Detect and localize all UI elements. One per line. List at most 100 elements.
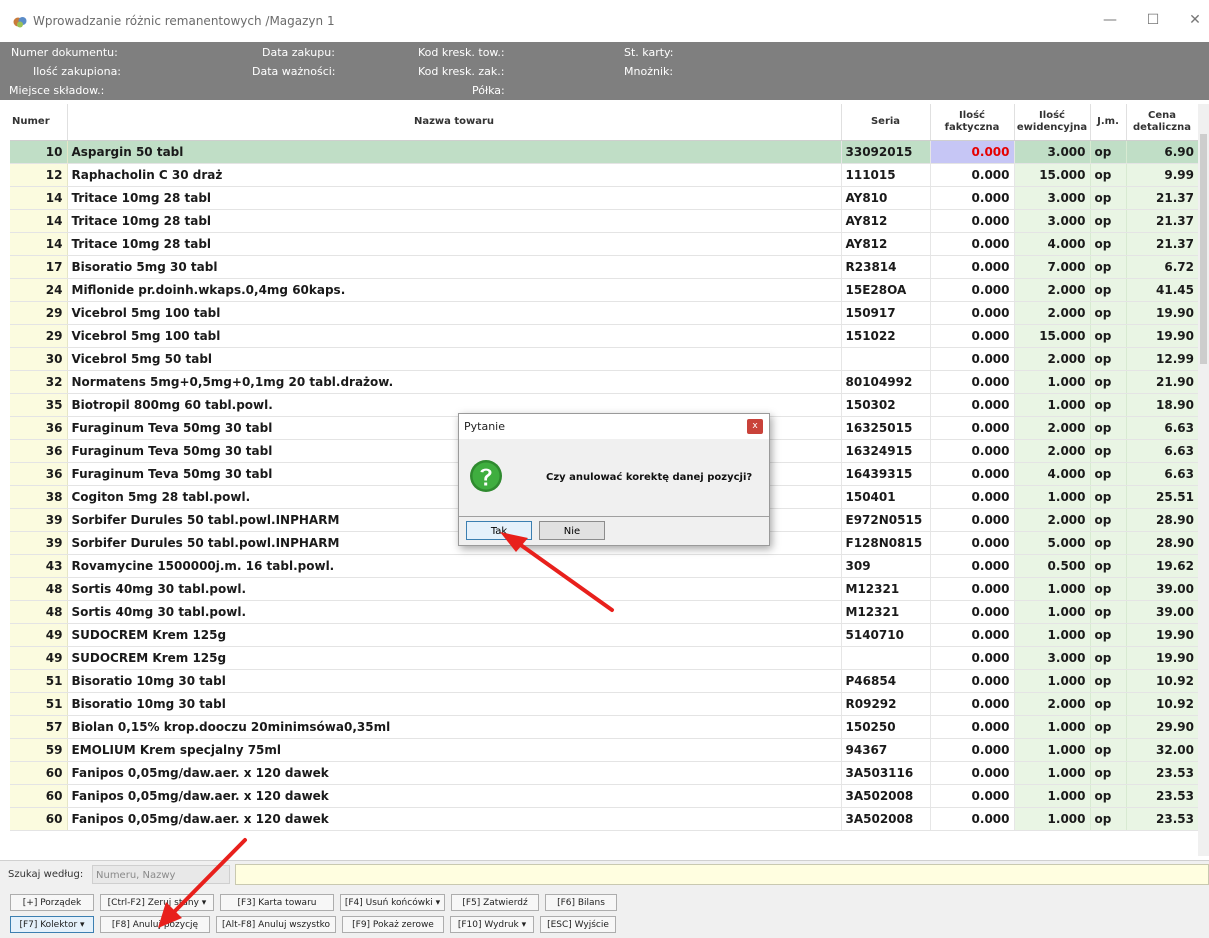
column-header-nazwa[interactable]: Nazwa towaru (67, 104, 842, 141)
cell-cena: 6.63 (1126, 416, 1198, 440)
cell-ilosc-faktyczna: 0.000 (930, 255, 1015, 279)
cell-numer: 35 (10, 393, 68, 417)
wydruk-button[interactable]: [F10] Wydruk ▾ (450, 916, 534, 933)
usun-koncowki-button[interactable]: [F4] Usuń końcówki ▾ (340, 894, 445, 911)
vertical-scrollbar[interactable] (1198, 104, 1209, 856)
cell-numer: 39 (10, 531, 68, 555)
cell-numer: 43 (10, 554, 68, 578)
cell-cena: 10.92 (1126, 669, 1198, 693)
cell-nazwa: Bisoratio 5mg 30 tabl (67, 255, 842, 279)
table-row[interactable]: 51 Bisoratio 10mg 30 tabl P46854 0.000 1.000… (10, 669, 1198, 693)
column-header-seria[interactable]: Seria (841, 104, 931, 141)
cell-ilosc-ewidencyjna: 2.000 (1014, 278, 1091, 302)
cell-cena: 12.99 (1126, 347, 1198, 371)
table-row[interactable]: 48 Sortis 40mg 30 tabl.powl. M12321 0.000 1.… (10, 600, 1198, 624)
column-header-cena[interactable]: Cena detaliczna (1126, 104, 1198, 141)
cell-jm: op (1090, 255, 1127, 279)
cell-seria: 151022 (841, 324, 931, 348)
column-header-numer[interactable]: Numer (10, 104, 68, 141)
search-mode-field[interactable]: Numeru, Nazwy (92, 865, 230, 884)
label-miejsce-skladow: Miejsce składow.: (9, 84, 105, 97)
cell-ilosc-ewidencyjna: 1.000 (1014, 600, 1091, 624)
table-row[interactable]: 17 Bisoratio 5mg 30 tabl R23814 0.000 7.000 o… (10, 255, 1198, 279)
table-row[interactable]: 12 Raphacholin C 30 draż 111015 0.000 15.000… (10, 163, 1198, 187)
minimize-button[interactable]: — (1095, 10, 1125, 30)
cell-numer: 60 (10, 784, 68, 808)
table-row[interactable]: 49 SUDOCREM Krem 125g 0.000 3.000 op 19.90 (10, 646, 1198, 670)
table-row[interactable]: 29 Vicebrol 5mg 100 tabl 151022 0.000 15.000… (10, 324, 1198, 348)
cell-ilosc-faktyczna: 0.000 (930, 301, 1015, 325)
dialog-title: Pytanie (464, 420, 505, 433)
table-row[interactable]: 43 Rovamycine 1500000j.m. 16 tabl.powl. 30… (10, 554, 1198, 578)
column-header-jm[interactable]: J.m. (1090, 104, 1127, 141)
dialog-no-button[interactable]: Nie (539, 521, 605, 540)
kolektor-button[interactable]: [F7] Kolektor ▾ (10, 916, 94, 933)
cell-ilosc-faktyczna: 0.000 (930, 485, 1015, 509)
dialog-yes-button[interactable]: Tak (466, 521, 532, 540)
cell-cena: 29.90 (1126, 715, 1198, 739)
zeruj-stany-button[interactable]: [Ctrl-F2] Zeruj stany ▾ (100, 894, 214, 911)
cell-ilosc-faktyczna: 0.000 (930, 347, 1015, 371)
anuluj-wszystko-button[interactable]: [Alt-F8] Anuluj wszystko (216, 916, 336, 933)
cell-numer: 10 (10, 140, 68, 164)
cell-ilosc-faktyczna: 0.000 (930, 439, 1015, 463)
table-row[interactable]: 32 Normatens 5mg+0,5mg+0,1mg 20 tabl.draż… (10, 370, 1198, 394)
dialog-close-button[interactable]: x (747, 419, 763, 434)
bilans-button[interactable]: [F6] Bilans (545, 894, 617, 911)
pokaz-zerowe-button[interactable]: [F9] Pokaż zerowe (342, 916, 444, 933)
porzadek-button[interactable]: [+] Porządek (10, 894, 94, 911)
table-row[interactable]: 60 Fanipos 0,05mg/daw.aer. x 120 dawek 3A5… (10, 784, 1198, 808)
table-row[interactable]: 60 Fanipos 0,05mg/daw.aer. x 120 dawek 3A5… (10, 807, 1198, 831)
label-data-zakupu: Data zakupu: (262, 46, 335, 59)
table-row[interactable]: 10 Aspargin 50 tabl 33092015 0.000 3.000 op 6.… (10, 140, 1198, 164)
cell-numer: 29 (10, 324, 68, 348)
anuluj-pozycje-button[interactable]: [F8] Anuluj pozycję (100, 916, 210, 933)
function-key-toolbar: [+] Porządek [Ctrl-F2] Zeruj stany ▾ [F3… (0, 889, 1209, 938)
table-row[interactable]: 51 Bisoratio 10mg 30 tabl R09292 0.000 2.000… (10, 692, 1198, 716)
table-row[interactable]: 14 Tritace 10mg 28 tabl AY812 0.000 4.000 op 2… (10, 232, 1198, 256)
column-header-ilosc-ewidencyjna[interactable]: Ilość ewidencyjna (1014, 104, 1091, 141)
maximize-button[interactable]: ☐ (1138, 10, 1168, 30)
table-row[interactable]: 57 Biolan 0,15% krop.dooczu 20minimsówa0,… (10, 715, 1198, 739)
cell-numer: 57 (10, 715, 68, 739)
table-row[interactable]: 60 Fanipos 0,05mg/daw.aer. x 120 dawek 3A5… (10, 761, 1198, 785)
table-row[interactable]: 30 Vicebrol 5mg 50 tabl 0.000 2.000 op 12.99 (10, 347, 1198, 371)
label-kod-kresk-zak: Kod kresk. zak.: (418, 65, 505, 78)
table-row[interactable]: 14 Tritace 10mg 28 tabl AY810 0.000 3.000 op 2… (10, 186, 1198, 210)
cell-seria: R23814 (841, 255, 931, 279)
table-row[interactable]: 24 Miflonide pr.doinh.wkaps.0,4mg 60kaps.… (10, 278, 1198, 302)
cell-ilosc-faktyczna: 0.000 (930, 416, 1015, 440)
karta-towaru-button[interactable]: [F3] Karta towaru (220, 894, 334, 911)
cell-nazwa: Miflonide pr.doinh.wkaps.0,4mg 60kaps. (67, 278, 842, 302)
search-input[interactable] (235, 864, 1209, 885)
wyjscie-button[interactable]: [ESC] Wyjście (540, 916, 616, 933)
table-row[interactable]: 29 Vicebrol 5mg 100 tabl 150917 0.000 2.000 o… (10, 301, 1198, 325)
cell-seria: AY812 (841, 232, 931, 256)
cell-numer: 17 (10, 255, 68, 279)
label-ilosc-zakupiona: Ilość zakupiona: (33, 65, 122, 78)
cell-ilosc-faktyczna: 0.000 (930, 600, 1015, 624)
cell-nazwa: EMOLIUM Krem specjalny 75ml (67, 738, 842, 762)
close-button[interactable]: ✕ (1180, 10, 1209, 30)
cell-ilosc-ewidencyjna: 1.000 (1014, 393, 1091, 417)
cell-jm: op (1090, 485, 1127, 509)
cell-jm: op (1090, 669, 1127, 693)
cell-numer: 48 (10, 577, 68, 601)
table-row[interactable]: 48 Sortis 40mg 30 tabl.powl. M12321 0.000 1.… (10, 577, 1198, 601)
column-header-ilosc-faktyczna[interactable]: Ilość faktyczna (930, 104, 1015, 141)
cell-jm: op (1090, 324, 1127, 348)
cell-jm: op (1090, 600, 1127, 624)
title-bar: Wprowadzanie różnic remanentowych /Magaz… (0, 0, 1209, 43)
scrollbar-thumb[interactable] (1200, 134, 1207, 364)
table-row[interactable]: 49 SUDOCREM Krem 125g 5140710 0.000 1.000 op 1… (10, 623, 1198, 647)
cell-nazwa: Tritace 10mg 28 tabl (67, 209, 842, 233)
zatwierdz-button[interactable]: [F5] Zatwierdź (451, 894, 539, 911)
cell-ilosc-faktyczna: 0.000 (930, 669, 1015, 693)
cell-cena: 6.72 (1126, 255, 1198, 279)
cell-jm: op (1090, 462, 1127, 486)
cell-ilosc-faktyczna: 0.000 (930, 761, 1015, 785)
cell-numer: 60 (10, 761, 68, 785)
table-row[interactable]: 59 EMOLIUM Krem specjalny 75ml 94367 0.000 1… (10, 738, 1198, 762)
table-row[interactable]: 14 Tritace 10mg 28 tabl AY812 0.000 3.000 op 2… (10, 209, 1198, 233)
cell-cena: 28.90 (1126, 508, 1198, 532)
